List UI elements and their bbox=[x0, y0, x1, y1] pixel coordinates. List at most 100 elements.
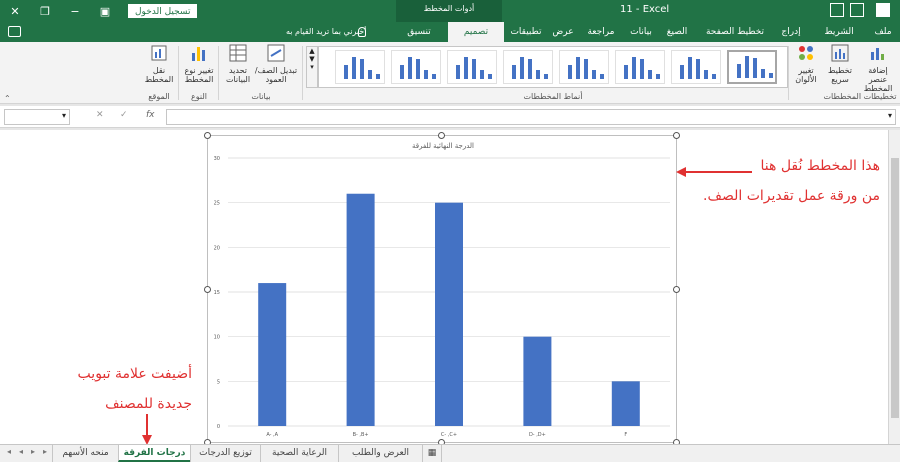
quick-layout-button[interactable]: تخطيط سريع bbox=[824, 44, 856, 84]
collapse-ribbon-icon[interactable]: ⌃ bbox=[4, 94, 11, 103]
chart-style-thumb[interactable] bbox=[503, 50, 553, 84]
bar[interactable] bbox=[611, 381, 640, 426]
x-tick-label: C- ,C+ bbox=[441, 432, 457, 438]
x-tick-label: F bbox=[624, 432, 627, 438]
bar[interactable] bbox=[523, 336, 552, 426]
chart-style-thumb[interactable] bbox=[335, 50, 385, 84]
formula-bar: ▾ ✕ ✓ fx ▾ bbox=[0, 106, 900, 128]
sheet-tab[interactable]: العرض والطلب bbox=[338, 445, 422, 462]
resize-handle[interactable] bbox=[204, 286, 211, 293]
annotation-right-2: من ورقة عمل تقديرات الصف. bbox=[703, 188, 880, 204]
tab-formulas[interactable]: الصيغ bbox=[660, 22, 694, 42]
tab-insert[interactable]: إدراج bbox=[776, 22, 806, 42]
tell-me-search[interactable]: أخبرني بما تريد القيام به bbox=[286, 22, 366, 42]
minimize-icon[interactable]: − bbox=[60, 0, 90, 22]
y-tick-label: 5 bbox=[217, 379, 220, 385]
tab-nav-prev-icon[interactable]: ◂ bbox=[16, 447, 26, 459]
change-colors-button[interactable]: تغيير الألوان bbox=[790, 44, 822, 84]
arrow-icon bbox=[676, 167, 752, 177]
sheet-tab[interactable]: منحه الأسهم bbox=[52, 445, 118, 462]
formula-controls: ✕ ✓ fx bbox=[90, 109, 162, 125]
switch-icon bbox=[267, 44, 285, 62]
tab-nav-first-icon[interactable]: ◂ bbox=[4, 447, 14, 459]
chart-style-thumb[interactable] bbox=[447, 50, 497, 84]
annotation-left-2: جديدة للمصنف bbox=[105, 396, 192, 412]
undo-icon[interactable] bbox=[830, 3, 844, 17]
bar[interactable] bbox=[435, 202, 463, 426]
name-box[interactable]: ▾ bbox=[4, 109, 70, 125]
save-icon[interactable] bbox=[876, 3, 890, 17]
group-label-location: الموقع bbox=[148, 92, 170, 101]
chart-style-thumb[interactable] bbox=[559, 50, 609, 84]
resize-handle[interactable] bbox=[673, 286, 680, 293]
move-chart-icon bbox=[151, 45, 167, 61]
tab-nav-next-icon[interactable]: ▸ bbox=[28, 447, 38, 459]
divider bbox=[218, 46, 219, 100]
divider bbox=[302, 46, 303, 100]
y-tick-label: 20 bbox=[214, 245, 220, 251]
ribbon-panel: إضافة عنصر المخطط تخطيط سريع تغيير الألو… bbox=[0, 42, 900, 104]
expand-icon[interactable]: ▾ bbox=[888, 111, 892, 120]
vertical-scrollbar[interactable] bbox=[888, 130, 900, 444]
table-icon bbox=[229, 44, 247, 62]
y-tick-label: 30 bbox=[214, 156, 220, 162]
tab-apps[interactable]: تطبيقات bbox=[506, 22, 546, 42]
chart-style-thumb[interactable] bbox=[615, 50, 665, 84]
document-title: 11 - Excel bbox=[620, 4, 670, 15]
chart-style-thumb[interactable] bbox=[727, 50, 777, 84]
tab-page-layout[interactable]: تخطيط الصفحة bbox=[696, 22, 774, 42]
tab-home[interactable]: الشريط الرئيسي bbox=[808, 22, 870, 57]
tab-review[interactable]: مراجعة bbox=[580, 22, 622, 42]
bar[interactable] bbox=[258, 283, 287, 426]
bar[interactable] bbox=[346, 193, 375, 426]
add-chart-element-button[interactable]: إضافة عنصر المخطط bbox=[858, 44, 898, 93]
x-tick-label: A- ,A bbox=[266, 432, 278, 438]
select-data-button[interactable]: تحديد البيانات bbox=[222, 44, 254, 84]
chart-object[interactable]: الدرجة النهائية للفرقة 0 5 10 15 20 25 30 A- ,A… bbox=[207, 135, 677, 443]
chart-styles-gallery[interactable] bbox=[318, 46, 788, 88]
group-label-layouts: تخطيطات المخططات bbox=[823, 92, 897, 101]
y-tick-label: 15 bbox=[214, 290, 220, 296]
ribbon-display-icon[interactable]: ▣ bbox=[90, 0, 120, 22]
gallery-scroll[interactable]: ▲ ▼ ▾ bbox=[306, 46, 318, 88]
chart-tools-context: أدوات المخطط bbox=[396, 0, 502, 22]
tab-view[interactable]: عرض bbox=[548, 22, 578, 42]
chart-sheet-icon[interactable]: ▦ bbox=[422, 445, 442, 462]
dropdown-icon[interactable]: ▾ bbox=[62, 111, 66, 120]
cancel-icon[interactable]: ✕ bbox=[96, 110, 104, 120]
tab-data[interactable]: بيانات bbox=[624, 22, 658, 42]
quick-layout-icon bbox=[831, 44, 849, 62]
sheet-tab[interactable]: الرعاية الصحية bbox=[260, 445, 338, 462]
sheet-tab-active[interactable]: درجات الفرقة bbox=[118, 445, 190, 462]
resize-handle[interactable] bbox=[204, 132, 211, 139]
comments-icon[interactable] bbox=[8, 26, 21, 37]
close-icon[interactable]: ✕ bbox=[0, 0, 30, 22]
chart-plot: 0 5 10 15 20 25 30 A- ,A B- ,B+ C- ,C+ D- ,D+ F bbox=[214, 156, 670, 438]
enter-icon[interactable]: ✓ bbox=[120, 110, 128, 120]
insert-function-icon[interactable]: fx bbox=[146, 110, 155, 120]
tab-file[interactable]: ملف bbox=[870, 22, 896, 42]
tab-nav-last-icon[interactable]: ▸ bbox=[40, 447, 50, 459]
add-element-icon bbox=[871, 48, 884, 60]
chart-style-thumb[interactable] bbox=[671, 50, 721, 84]
resize-handle[interactable] bbox=[673, 132, 680, 139]
resize-handle[interactable] bbox=[438, 132, 445, 139]
change-chart-type-button[interactable]: تغيير نوع المخطط bbox=[182, 44, 216, 84]
tab-format[interactable]: تنسيق bbox=[396, 22, 442, 42]
chart-style-thumb[interactable] bbox=[391, 50, 441, 84]
sheet-tab[interactable]: توزيع الدرجات bbox=[190, 445, 260, 462]
sheet-tab-strip: ◂ ◂ ▸ ▸ منحه الأسهم درجات الفرقة توزيع ا… bbox=[0, 444, 900, 462]
group-label-data: بيانات bbox=[251, 92, 271, 101]
redo-icon[interactable] bbox=[850, 3, 864, 17]
lightbulb-icon bbox=[358, 27, 366, 37]
annotation-left-1: أضيفت علامة تبويب bbox=[77, 366, 192, 382]
formula-input[interactable]: ▾ bbox=[166, 109, 896, 125]
tab-chart-design[interactable]: تصميم المخطط bbox=[448, 22, 504, 57]
move-chart-button[interactable]: نقل المخطط bbox=[142, 44, 176, 84]
x-tick-label: D- ,D+ bbox=[529, 432, 546, 438]
restore-icon[interactable]: ❐ bbox=[30, 0, 60, 22]
switch-row-column-button[interactable]: تبديل الصف/ العمود bbox=[254, 44, 298, 84]
sign-in-button[interactable]: تسجيل الدخول bbox=[128, 4, 198, 18]
scroll-thumb[interactable] bbox=[891, 158, 899, 418]
palette-icon bbox=[799, 46, 813, 60]
